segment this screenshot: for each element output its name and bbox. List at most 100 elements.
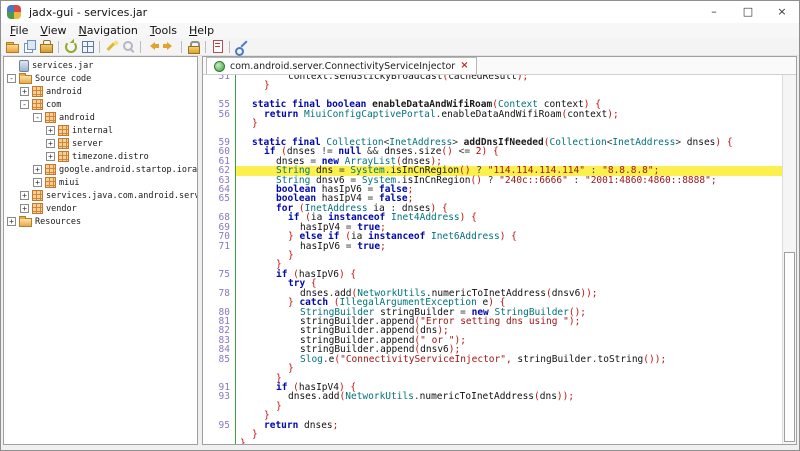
package-icon	[58, 151, 69, 162]
tree-expander[interactable]: -	[20, 100, 29, 109]
tab-strip: com.android.server.ConnectivityServiceIn…	[203, 57, 796, 75]
toolbar-separator	[140, 41, 141, 53]
tab-label: com.android.server.ConnectivityServiceIn…	[230, 61, 455, 72]
tab-connectivity-service-injector[interactable]: com.android.server.ConnectivityServiceIn…	[206, 57, 477, 74]
tree-expander[interactable]: +	[33, 165, 42, 174]
code-text: }	[235, 364, 782, 373]
tree-expander[interactable]: +	[33, 178, 42, 187]
app-icon	[7, 5, 21, 19]
code-line: 68if (ia instanceof Inet4Address) {	[203, 213, 782, 222]
tree-expander[interactable]: +	[46, 152, 55, 161]
code-area[interactable]: 51context.sendStickyBroadcast(cachedResu…	[203, 75, 796, 444]
package-icon	[58, 125, 69, 136]
tree-item[interactable]: +timezone.distro	[4, 150, 197, 163]
menu-navigation[interactable]: Navigation	[73, 24, 144, 37]
vertical-scrollbar[interactable]	[782, 75, 796, 444]
tree-item[interactable]: +vendor	[4, 202, 197, 215]
code-line: }	[203, 430, 782, 439]
lock-icon	[186, 39, 201, 54]
close-button[interactable]: ×	[765, 1, 799, 23]
tree-item[interactable]: + miui	[4, 176, 197, 189]
tree-item[interactable]: +internal	[4, 124, 197, 137]
toolbar-separator	[99, 41, 100, 53]
save-all-icon	[39, 39, 54, 54]
log-viewer-icon	[210, 39, 225, 54]
code-text: }	[235, 402, 782, 411]
back-button[interactable]	[144, 39, 161, 55]
forward-icon	[162, 39, 177, 54]
menu-view[interactable]: View	[34, 24, 72, 37]
deobfuscation-button[interactable]	[103, 39, 120, 55]
tree-item[interactable]: -com	[4, 98, 197, 111]
log-viewer-button[interactable]	[209, 39, 226, 55]
add-files-button[interactable]	[21, 39, 38, 55]
scrollbar-thumb[interactable]	[784, 252, 795, 442]
tree-item[interactable]: +google.android.startop.iorap	[4, 163, 197, 176]
tree-expander[interactable]: +	[20, 87, 29, 96]
code-scroll[interactable]: 51context.sendStickyBroadcast(cachedResu…	[203, 75, 782, 444]
reload-icon	[63, 39, 78, 54]
line-number: 95	[203, 421, 235, 430]
project-tree[interactable]: services.jar - Source code+android-com-and…	[3, 56, 198, 445]
toolbar	[1, 38, 799, 56]
flat-packages-icon	[80, 39, 95, 54]
tree-item[interactable]: services.jar	[4, 59, 197, 72]
tab-close-icon[interactable]: ×	[460, 61, 468, 71]
preferences-button[interactable]	[233, 39, 250, 55]
tree-expander[interactable]: -	[7, 74, 16, 83]
code-text: hasIpV6 = true;	[235, 242, 782, 251]
title-bar: jadx-gui - services.jar – □ ×	[1, 1, 799, 23]
code-line: }	[203, 119, 782, 128]
line-number	[203, 119, 235, 128]
tree-item-label: server	[72, 139, 103, 149]
maximize-button[interactable]: □	[731, 1, 765, 23]
menu-tools[interactable]: Tools	[144, 24, 183, 37]
tree-expander[interactable]: +	[20, 191, 29, 200]
code-line: }	[203, 402, 782, 411]
line-number	[203, 402, 235, 411]
tree-item[interactable]: -android	[4, 111, 197, 124]
code-text: }	[235, 439, 782, 444]
save-all-button[interactable]	[38, 39, 55, 55]
code-line: 56return MiuiConfigCaptivePortal.enableD…	[203, 110, 782, 119]
open-file-button[interactable]	[4, 39, 21, 55]
open-file-icon	[5, 39, 20, 54]
tree-item[interactable]: - Source code	[4, 72, 197, 85]
minimize-button[interactable]: –	[697, 1, 731, 23]
code-text: if (hasIpV6) {	[235, 270, 782, 279]
forward-button[interactable]	[161, 39, 178, 55]
tree-expander[interactable]: -	[33, 113, 42, 122]
package-icon	[58, 138, 69, 149]
reload-button[interactable]	[62, 39, 79, 55]
code-text: dnses.add(NetworkUtils.numericToInetAddr…	[235, 392, 782, 401]
tree-expander[interactable]: +	[7, 217, 16, 226]
menu-file[interactable]: File	[4, 24, 34, 37]
tree-expander[interactable]: +	[46, 126, 55, 135]
lock-button[interactable]	[185, 39, 202, 55]
code-line: 70} else if (ia instanceof Inet6Address)…	[203, 232, 782, 241]
folder-res-icon	[19, 218, 32, 227]
search-button[interactable]	[120, 39, 137, 55]
package-icon	[32, 190, 43, 201]
tree-item-label: Resources	[35, 217, 81, 227]
tree-item-label: Source code	[35, 74, 91, 84]
line-number: 85	[203, 355, 235, 364]
line-number: 75	[203, 270, 235, 279]
tree-item[interactable]: +android	[4, 85, 197, 98]
tree-item-label: services.java.com.android.server.	[46, 191, 198, 201]
editor-panel: com.android.server.ConnectivityServiceIn…	[202, 56, 797, 445]
tree-item[interactable]: + services.java.com.android.server.	[4, 189, 197, 202]
tree-item-label: miui	[59, 178, 79, 188]
code-line: }	[203, 364, 782, 373]
tree-item[interactable]: + Resources	[4, 215, 197, 228]
tree-expander[interactable]: +	[20, 204, 29, 213]
package-icon	[45, 164, 56, 175]
app-window: jadx-gui - services.jar – □ × FileViewNa…	[0, 0, 800, 451]
package-icon	[45, 177, 56, 188]
line-number	[203, 251, 235, 260]
tree-item[interactable]: + server	[4, 137, 197, 150]
code-text: }	[235, 430, 782, 439]
menu-help[interactable]: Help	[183, 24, 220, 37]
tree-expander[interactable]: +	[46, 139, 55, 148]
flat-packages-button[interactable]	[79, 39, 96, 55]
